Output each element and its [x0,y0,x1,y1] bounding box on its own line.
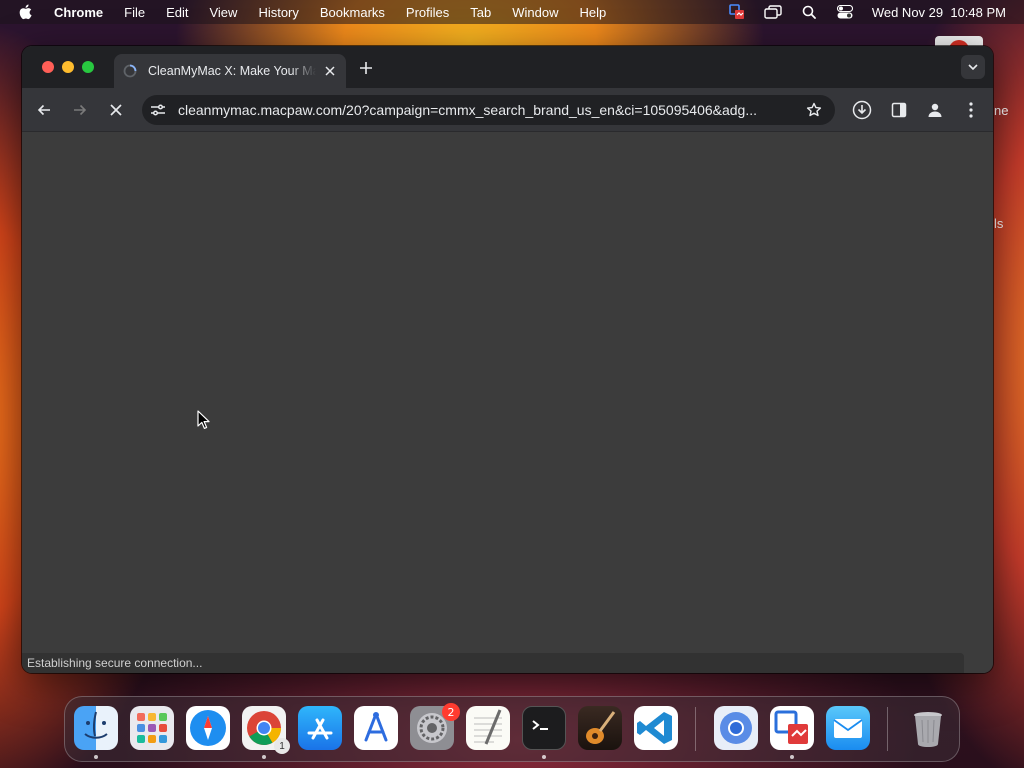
launchpad-icon[interactable] [130,706,174,750]
menu-file[interactable]: File [124,5,145,20]
tab-close-icon[interactable] [322,63,338,79]
menu-help[interactable]: Help [580,5,607,20]
menu-window[interactable]: Window [512,5,558,20]
chrome-menu-icon[interactable] [961,100,981,120]
notification-badge: 2 [442,703,460,721]
vscode-icon[interactable] [634,706,678,750]
background-window-text: ls [994,216,1004,231]
profile-avatar-icon[interactable] [925,100,945,120]
url-text[interactable]: cleanmymac.macpaw.com/20?campaign=cmmx_s… [178,102,798,118]
windows-status-icon[interactable] [764,4,782,20]
chrome-profile-badge: 1 [274,738,290,754]
chromium-icon[interactable] [714,706,758,750]
tab-title: CleanMyMac X: Make Your Mac [148,64,316,78]
dock-separator [887,707,888,751]
dock-separator [695,707,696,751]
menu-bar: Chrome File Edit View History Bookmarks … [0,0,1024,24]
new-tab-button[interactable] [356,58,376,78]
app-store-icon[interactable] [298,706,342,750]
menu-edit[interactable]: Edit [166,5,188,20]
status-text: Establishing secure connection... [27,656,203,670]
instruments-icon[interactable] [354,706,398,750]
remote-desktop-icon[interactable] [770,706,814,750]
spotlight-search-icon[interactable] [800,4,818,20]
tab-strip: CleanMyMac X: Make Your Mac [22,46,993,88]
mouse-cursor-icon [197,410,210,429]
browser-tab-active[interactable]: CleanMyMac X: Make Your Mac [114,54,346,88]
apple-menu-icon[interactable] [18,4,34,20]
menu-bookmarks[interactable]: Bookmarks [320,5,385,20]
downloads-icon[interactable] [852,100,872,120]
screen-mirroring-status-icon[interactable] [728,4,746,20]
textedit-icon[interactable] [466,706,510,750]
dock: 1 2 [64,696,960,762]
running-indicator [790,755,794,759]
safari-icon[interactable] [186,706,230,750]
side-panel-icon[interactable] [889,100,909,120]
bookmark-star-icon[interactable] [805,101,823,119]
status-bubble: Establishing secure connection... [22,653,964,673]
menu-view[interactable]: View [209,5,237,20]
stop-loading-button[interactable] [106,100,126,120]
loading-spinner-icon [122,63,138,79]
back-button[interactable] [34,100,54,120]
mail-icon[interactable] [826,706,870,750]
tab-search-button[interactable] [961,55,985,79]
running-indicator [94,755,98,759]
menu-history[interactable]: History [258,5,298,20]
running-indicator [542,755,546,759]
system-settings-icon[interactable]: 2 [410,703,460,750]
page-content-area[interactable] [22,132,993,673]
menu-app-name[interactable]: Chrome [54,5,103,20]
garageband-icon[interactable] [578,706,622,750]
menu-profiles[interactable]: Profiles [406,5,449,20]
menu-tab[interactable]: Tab [470,5,491,20]
finder-icon[interactable] [74,706,118,750]
trash-icon[interactable] [906,706,950,750]
background-window-text: ne [994,103,1009,118]
running-indicator [262,755,266,759]
site-info-icon[interactable] [148,100,168,120]
chrome-icon[interactable]: 1 [242,706,290,754]
browser-toolbar: cleanmymac.macpaw.com/20?campaign=cmmx_s… [22,88,993,132]
forward-button[interactable] [70,100,90,120]
window-minimize-button[interactable] [62,61,74,73]
window-close-button[interactable] [42,61,54,73]
chrome-window: CleanMyMac X: Make Your Mac cleanmymac.m… [22,46,993,673]
menubar-clock[interactable]: Wed Nov 29 10:48 PM [872,5,1006,20]
control-center-icon[interactable] [836,4,854,20]
terminal-icon[interactable] [522,706,566,750]
window-zoom-button[interactable] [82,61,94,73]
address-bar[interactable]: cleanmymac.macpaw.com/20?campaign=cmmx_s… [142,95,835,125]
